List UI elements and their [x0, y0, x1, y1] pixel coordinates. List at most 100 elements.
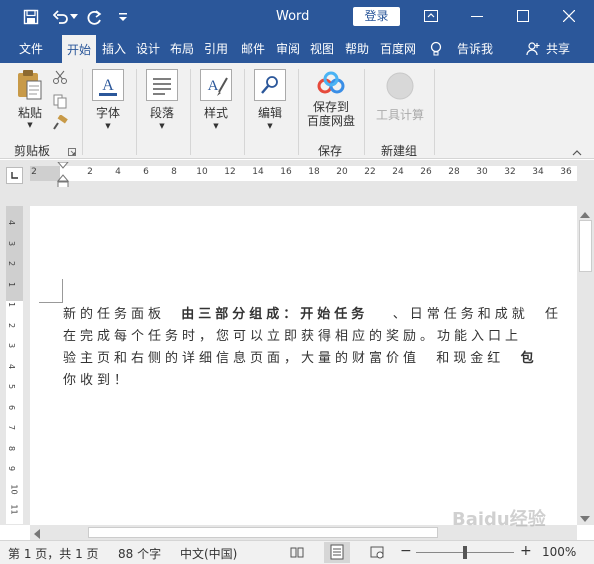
font-a-icon: A	[92, 69, 124, 101]
ruler-number: 10	[196, 167, 208, 177]
redo-icon[interactable]	[84, 6, 106, 28]
save-to-baidu-button[interactable]: 保存到 百度网盘	[302, 71, 360, 137]
ruler-number: 4	[7, 363, 17, 369]
read-mode-icon[interactable]	[290, 545, 304, 562]
title-bar: Word 登录	[0, 0, 594, 35]
paste-label: 粘贴	[17, 106, 42, 120]
tab-review[interactable]: 审阅	[272, 35, 304, 63]
tab-insert[interactable]: 插入	[98, 35, 130, 63]
zoom-in-button[interactable]: +	[520, 543, 532, 559]
zoom-level[interactable]: 100%	[542, 545, 576, 559]
zoom-slider-thumb[interactable]	[463, 546, 467, 559]
tell-me-search[interactable]: 告诉我	[452, 35, 498, 63]
vertical-scrollbar[interactable]	[577, 206, 594, 525]
undo-dropdown-icon[interactable]	[68, 6, 80, 28]
baidu-netdisk-icon	[317, 71, 345, 94]
login-button[interactable]: 登录	[353, 7, 400, 26]
tool-calc-label: 工具计算	[375, 108, 424, 122]
doc-text: 验主页和右侧的详细信息页面，大量的财富价值	[63, 351, 421, 366]
tab-layout[interactable]: 布局	[166, 35, 198, 63]
doc-text: 、日常任务和成就	[392, 307, 529, 322]
ruler-number: 6	[143, 167, 149, 177]
tab-home[interactable]: 开始	[62, 35, 96, 63]
ribbon-display-options-icon[interactable]	[409, 0, 453, 32]
ruler-number: 3	[7, 342, 17, 349]
ribbon-separator	[82, 69, 83, 155]
tab-baidu[interactable]: 百度网	[376, 35, 420, 63]
share-person-icon[interactable]	[524, 35, 542, 63]
styles-label: 样式	[203, 106, 228, 120]
font-button[interactable]: A 字体 ▼	[90, 69, 126, 135]
ruler-number: 2	[87, 167, 93, 177]
ribbon-tabs: 文件 开始 插入 设计 布局 引用 邮件 审阅 视图 帮助 百度网 告诉我 共享	[0, 35, 594, 63]
format-painter-icon[interactable]	[52, 114, 70, 133]
hscroll-thumb[interactable]	[88, 527, 438, 538]
ruler-number: 32	[504, 167, 516, 177]
save-icon[interactable]	[20, 6, 42, 28]
share-button[interactable]: 共享	[542, 35, 574, 63]
tool-calc-button[interactable]: 工具计算	[372, 71, 428, 131]
vertical-ruler[interactable]: 4 3 2 1 1 2 3 4 5 6 7 8 9 10 11	[6, 206, 23, 524]
print-layout-icon[interactable]	[324, 542, 350, 563]
ruler-number: 30	[476, 167, 488, 177]
tab-references[interactable]: 引用	[200, 35, 232, 63]
document-body[interactable]: 新的任务面板 由三部分组成：开始任务 、日常任务和成就 任 在完成每个任务时，您…	[63, 304, 577, 392]
doc-line: 你收到！	[63, 373, 132, 388]
tab-mailings[interactable]: 邮件	[237, 35, 269, 63]
save-baidu-line1: 保存到	[312, 100, 349, 114]
ribbon-separator	[136, 69, 137, 155]
zoom-out-button[interactable]: −	[400, 543, 412, 559]
styles-button[interactable]: A 样式 ▼	[198, 69, 234, 135]
styles-icon: A	[200, 69, 232, 101]
tab-design[interactable]: 设计	[132, 35, 164, 63]
page-count[interactable]: 第 1 页，共 1 页	[8, 545, 99, 562]
editing-button[interactable]: 编辑 ▼	[252, 69, 288, 135]
scroll-thumb[interactable]	[579, 220, 592, 272]
find-magnifier-icon	[254, 69, 286, 101]
web-layout-icon[interactable]	[370, 545, 384, 562]
copy-icon[interactable]	[52, 93, 70, 111]
close-icon[interactable]	[547, 0, 591, 32]
scroll-down-icon[interactable]	[580, 512, 590, 526]
paragraph-button[interactable]: 段落 ▼	[144, 69, 180, 135]
ruler-number: 3	[7, 240, 17, 246]
indent-markers-icon[interactable]	[56, 161, 70, 190]
doc-text: 和现金红	[436, 351, 505, 366]
paste-dropdown-icon: ▼	[27, 121, 33, 129]
tab-file[interactable]: 文件	[12, 35, 50, 63]
word-window: { "titlebar": { "app_title": "Word", "lo…	[0, 0, 594, 564]
doc-line: 新的任务面板 由三部分组成：开始任务 、日常任务和成就 任	[63, 304, 577, 326]
cut-icon[interactable]	[52, 69, 70, 87]
ruler-number: 1	[7, 281, 17, 287]
doc-text: 任	[544, 307, 562, 322]
ruler-number: 6	[7, 404, 17, 410]
word-count[interactable]: 88 个字	[118, 545, 161, 562]
ruler-number: 7	[7, 424, 17, 431]
language-indicator[interactable]: 中文(中国)	[180, 545, 237, 562]
collapse-ribbon-icon[interactable]	[572, 146, 584, 156]
save-baidu-line2: 百度网盘	[306, 114, 355, 128]
paste-button[interactable]: 粘贴 ▼	[12, 69, 48, 137]
lightbulb-icon[interactable]	[428, 35, 444, 63]
tab-help[interactable]: 帮助	[340, 35, 374, 63]
clipboard-launcher-icon[interactable]	[68, 145, 78, 156]
tab-view[interactable]: 视图	[306, 35, 338, 63]
maximize-icon[interactable]	[501, 0, 545, 32]
horizontal-ruler[interactable]: 2 2 4 6 8 10 12 14 16 18 20 22 24 26 28 30 32 34 36	[30, 166, 577, 181]
status-bar: 第 1 页，共 1 页 88 个字 中文(中国) − + 100%	[0, 540, 594, 564]
ruler-number: 20	[336, 167, 348, 177]
ruler-number: 11	[9, 504, 19, 515]
baidu-watermark: Baidu经验	[452, 509, 546, 530]
font-dropdown-icon: ▼	[105, 122, 111, 130]
clipboard-group-label: 剪贴板	[14, 144, 51, 158]
editing-label: 编辑	[257, 106, 282, 120]
font-label: 字体	[95, 106, 120, 120]
minimize-icon[interactable]	[455, 0, 499, 32]
doc-bold-text: 包	[520, 351, 538, 366]
tab-selector-icon[interactable]	[6, 167, 23, 184]
customize-qat-icon[interactable]	[112, 6, 134, 28]
paragraph-label: 段落	[149, 106, 174, 120]
ruler-number: 5	[7, 383, 17, 390]
doc-text: 新的任务面板	[63, 307, 166, 322]
tool-calc-icon	[386, 72, 414, 100]
